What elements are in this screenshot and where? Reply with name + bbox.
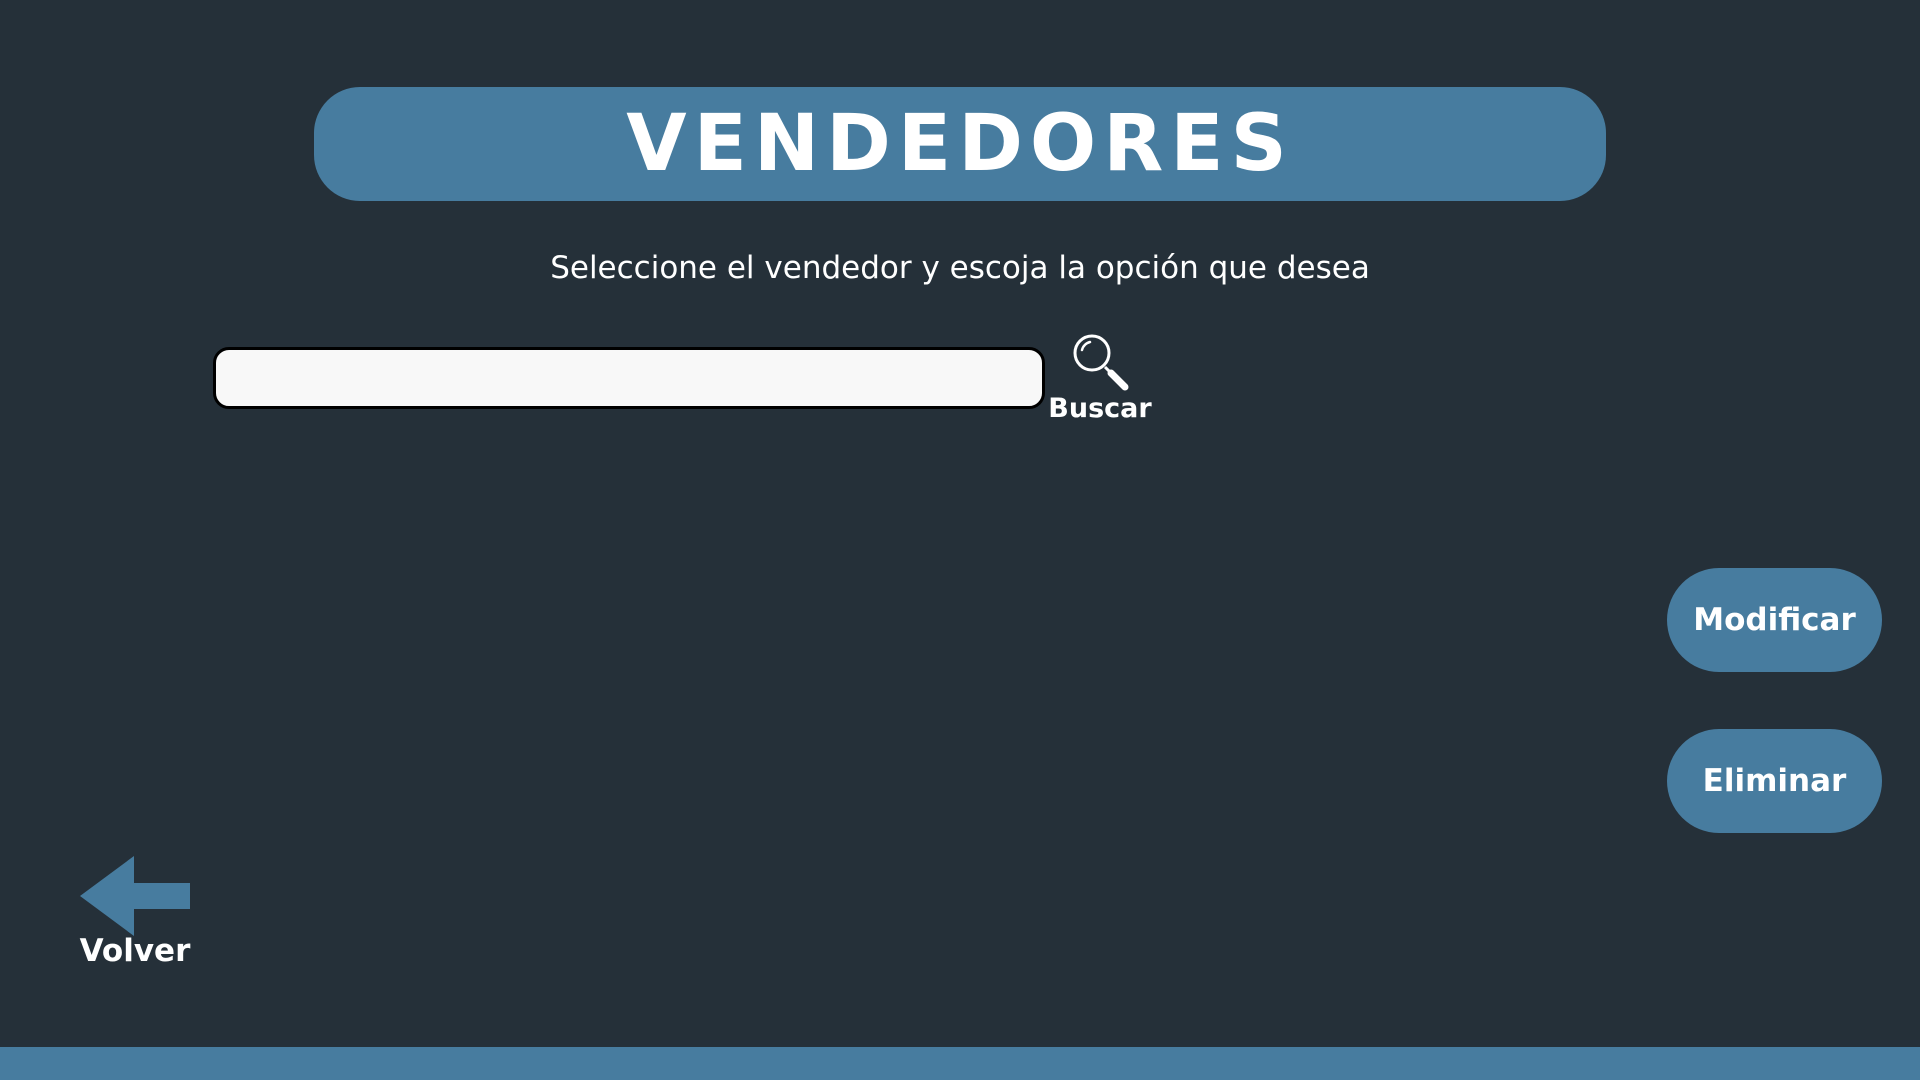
footer-bar	[0, 1047, 1920, 1080]
search-input[interactable]	[213, 347, 1045, 409]
search-icon	[1073, 334, 1129, 391]
back-button[interactable]: Volver	[76, 853, 194, 971]
back-arrow-icon	[80, 856, 190, 936]
delete-button[interactable]: Eliminar	[1667, 729, 1882, 833]
search-button-label: Buscar	[1048, 393, 1152, 424]
title-banner: VENDEDORES	[314, 87, 1606, 201]
back-button-label: Volver	[79, 933, 191, 969]
instructions-text: Seleccione el vendedor y escoja la opció…	[550, 250, 1370, 286]
page-title: VENDEDORES	[626, 99, 1294, 189]
search-button[interactable]: Buscar	[1048, 330, 1152, 428]
modify-button[interactable]: Modificar	[1667, 568, 1882, 672]
